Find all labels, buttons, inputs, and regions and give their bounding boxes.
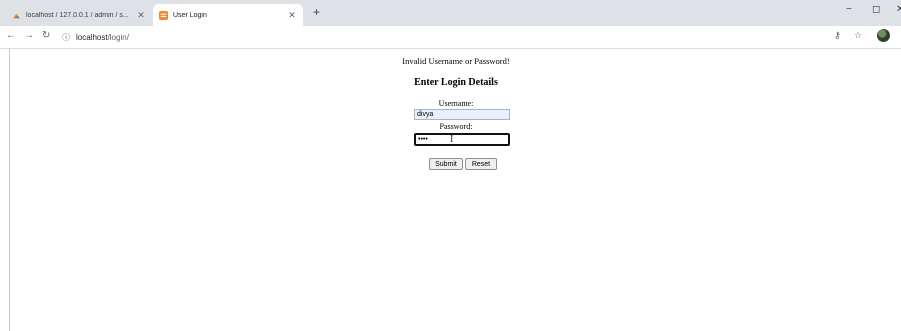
info-icon[interactable]: ⓘ — [62, 32, 70, 43]
page-title: Enter Login Details — [414, 77, 498, 88]
star-icon[interactable]: ☆ — [854, 30, 862, 41]
tab-strip: localhost / 127.0.0.1 / admin / s... ✕ U… — [0, 0, 901, 26]
close-tab-icon[interactable]: ✕ — [287, 10, 297, 21]
page-favicon-icon — [159, 10, 168, 20]
minimize-icon[interactable]: − — [846, 4, 852, 15]
text-cursor-icon: I — [450, 134, 454, 145]
phpmyadmin-favicon-icon — [12, 13, 21, 18]
address-bar[interactable]: ⓘ localhost/login/ — [62, 29, 822, 45]
tab-title: User Login — [173, 11, 207, 19]
close-window-icon[interactable]: ✕ — [896, 4, 901, 15]
reload-icon[interactable]: ↻ — [42, 30, 50, 41]
reset-button[interactable]: Reset — [465, 158, 497, 170]
page-viewport: Invalid Username or Password! Enter Logi… — [9, 49, 901, 331]
submit-button[interactable]: Submit — [429, 158, 463, 170]
key-icon[interactable]: ⚷ — [834, 30, 841, 41]
username-field[interactable]: divya — [414, 109, 510, 120]
tab-user-login[interactable]: User Login ✕ — [153, 4, 303, 26]
maximize-icon[interactable]: ◻ — [872, 4, 880, 15]
back-arrow-icon[interactable]: ← — [6, 30, 16, 41]
url-path: /login/ — [107, 32, 129, 42]
profile-avatar-icon[interactable] — [877, 29, 890, 42]
forward-arrow-icon[interactable]: → — [24, 30, 34, 41]
url-host: localhost — [76, 32, 108, 42]
new-tab-button[interactable]: + — [313, 5, 320, 19]
browser-toolbar: ← → ↻ ⓘ localhost/login/ ⚷ ☆ — [0, 26, 901, 49]
error-message: Invalid Username or Password! — [402, 56, 510, 66]
username-label: Username: — [438, 99, 474, 108]
password-field[interactable]: •••• — [414, 133, 510, 146]
tab-title: localhost / 127.0.0.1 / admin / s... — [26, 11, 129, 19]
close-tab-icon[interactable]: ✕ — [136, 10, 146, 21]
tab-phpmyadmin[interactable]: localhost / 127.0.0.1 / admin / s... ✕ — [6, 4, 152, 26]
password-label: Password: — [439, 122, 473, 131]
